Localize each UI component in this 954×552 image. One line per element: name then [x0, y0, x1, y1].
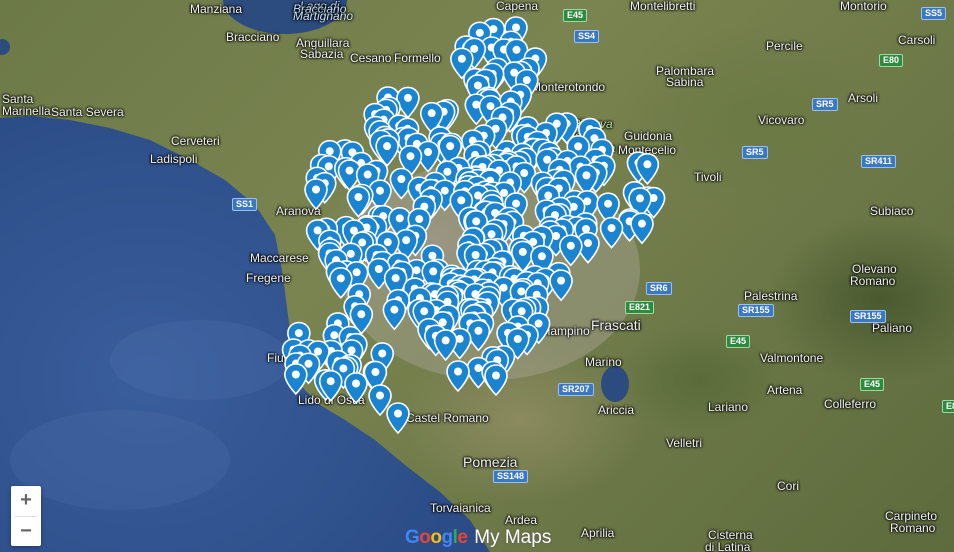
my-maps-label: My Maps — [474, 527, 552, 548]
map-pin-icon[interactable] — [344, 372, 368, 405]
map-pin-icon[interactable] — [484, 364, 508, 397]
map-pin-icon[interactable] — [446, 360, 470, 393]
map-pin-icon[interactable] — [386, 402, 410, 435]
google-my-maps-logo[interactable]: Google My Maps — [405, 527, 551, 549]
map-pin-icon[interactable] — [433, 329, 458, 362]
google-logo: Google — [405, 527, 468, 548]
zoom-out-button[interactable]: − — [11, 517, 41, 547]
map-pin-icon[interactable] — [304, 178, 328, 211]
zoom-control: + − — [11, 486, 41, 546]
map-pin-icon[interactable] — [559, 234, 583, 267]
map-pin-icon[interactable] — [346, 185, 371, 218]
map-pin-icon[interactable] — [549, 269, 573, 302]
marker-layer[interactable] — [0, 0, 954, 552]
map-pin-icon[interactable] — [599, 216, 624, 249]
map-canvas[interactable]: Manziana Bracciano Anguillara Sabazia Cesano… — [0, 0, 954, 552]
map-pin-icon[interactable] — [630, 212, 654, 245]
map-pin-icon[interactable] — [284, 363, 308, 396]
map-pin-icon[interactable] — [382, 298, 407, 331]
zoom-in-button[interactable]: + — [11, 486, 41, 516]
map-pin-icon[interactable] — [396, 86, 420, 119]
